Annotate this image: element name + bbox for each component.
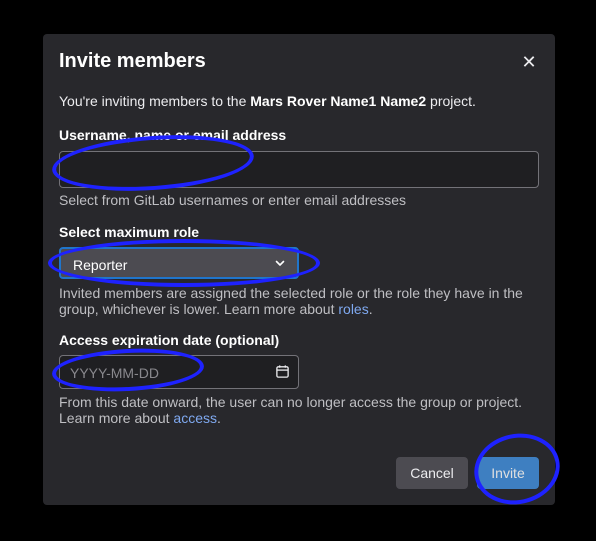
date-placeholder: YYYY-MM-DD xyxy=(70,365,159,381)
username-label: Username, name or email address xyxy=(59,127,287,143)
expiration-help: From this date onward, the user can no l… xyxy=(59,394,539,426)
expiration-help-suffix: . xyxy=(216,410,221,426)
intro-prefix: You're inviting members to the xyxy=(59,93,251,109)
modal-title: Invite members xyxy=(59,50,206,72)
chevron-down-icon xyxy=(275,260,285,266)
role-help: Invited members are assigned the selecte… xyxy=(59,285,539,317)
username-help: Select from GitLab usernames or enter em… xyxy=(59,192,407,208)
role-select-value: Reporter xyxy=(73,257,128,273)
project-name: Mars Rover Name1 Name2 xyxy=(250,93,427,109)
role-help-text: Invited members are assigned the selecte… xyxy=(59,285,523,317)
invite-members-modal: Invite members ✕ You're inviting members… xyxy=(43,34,555,505)
expiration-help-text: From this date onward, the user can no l… xyxy=(59,394,523,426)
expiration-date-input[interactable]: YYYY-MM-DD xyxy=(59,355,299,389)
intro-text: You're inviting members to the Mars Rove… xyxy=(59,93,476,109)
header-divider xyxy=(43,83,555,84)
calendar-icon[interactable] xyxy=(275,364,290,379)
role-help-suffix: . xyxy=(368,301,373,317)
invite-button[interactable]: Invite xyxy=(477,457,539,489)
role-label: Select maximum role xyxy=(59,224,200,240)
intro-suffix: project. xyxy=(426,93,476,109)
access-link[interactable]: access xyxy=(173,410,217,426)
role-select[interactable]: Reporter xyxy=(59,247,299,279)
roles-link[interactable]: roles xyxy=(338,301,368,317)
close-icon[interactable]: ✕ xyxy=(519,52,539,72)
expiration-label: Access expiration date (optional) xyxy=(59,332,280,348)
cancel-button[interactable]: Cancel xyxy=(396,457,468,489)
username-input[interactable] xyxy=(59,151,539,188)
